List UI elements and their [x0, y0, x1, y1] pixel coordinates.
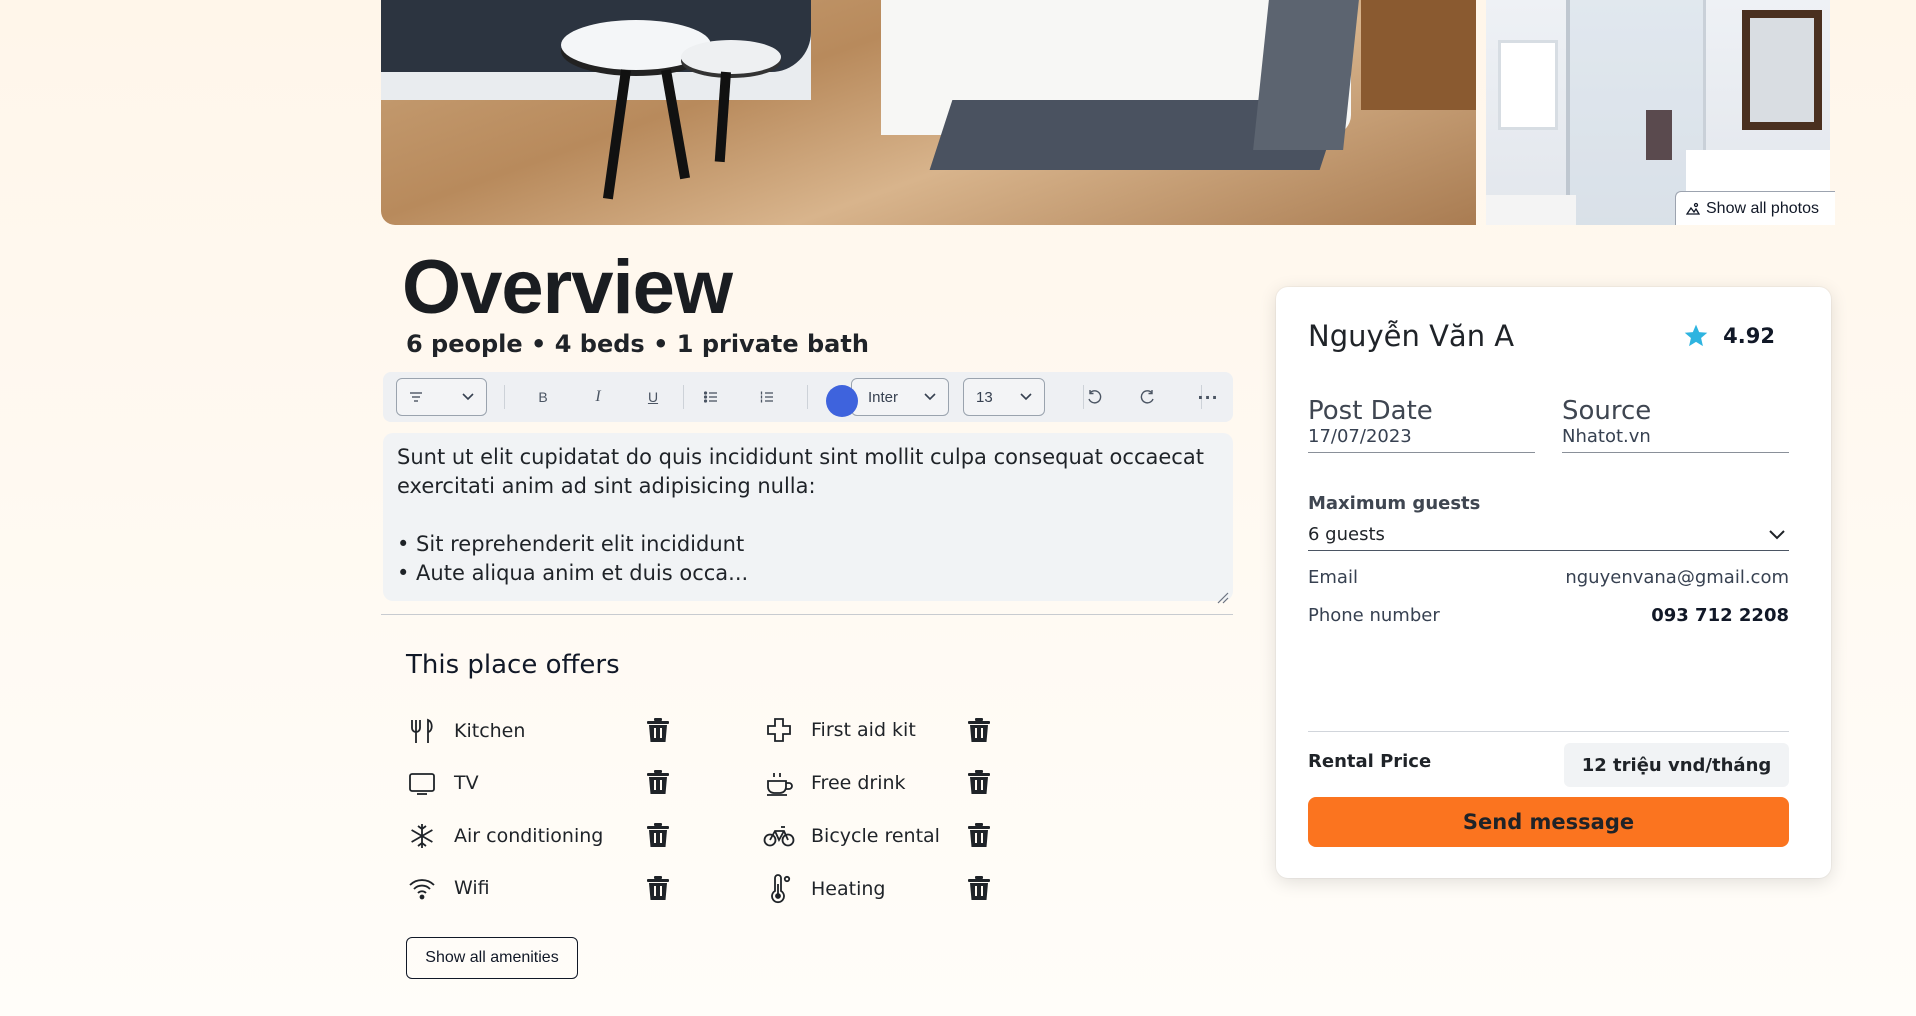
trash-icon	[967, 769, 991, 795]
undo-button[interactable]	[1082, 385, 1106, 409]
source-field: Source Nhatot.vn	[1562, 396, 1789, 453]
more-options-button[interactable]: ···	[1195, 385, 1221, 409]
editor-toolbar: B I U Inter 13 ···	[383, 372, 1233, 422]
host-card: Nguyễn Văn A 4.92 Post Date 17/07/2023 S…	[1276, 287, 1831, 878]
rental-price-label: Rental Price	[1308, 751, 1432, 772]
main-photo[interactable]	[381, 0, 1476, 225]
card-divider	[1308, 731, 1789, 732]
show-all-amenities-button[interactable]: Show all amenities	[406, 937, 578, 979]
show-all-photos-label: Show all photos	[1706, 199, 1819, 217]
numbered-list-button[interactable]	[755, 385, 779, 409]
max-guests-value: 6 guests	[1308, 524, 1385, 545]
trash-icon	[646, 822, 670, 848]
amenity-item: Bicycle rental	[763, 820, 940, 852]
resize-handle-icon[interactable]	[1215, 583, 1229, 604]
amenity-item: Wifi	[406, 872, 490, 904]
image-icon	[1686, 202, 1700, 216]
section-divider	[381, 614, 1233, 615]
delete-amenity-button[interactable]	[965, 873, 993, 903]
chevron-down-icon	[462, 393, 474, 401]
email-row: Email nguyenvana@gmail.com	[1308, 567, 1789, 588]
delete-amenity-button[interactable]	[644, 873, 672, 903]
delete-amenity-button[interactable]	[644, 820, 672, 850]
text-style-select[interactable]	[396, 378, 487, 416]
post-date-value: 17/07/2023	[1308, 426, 1535, 453]
redo-button[interactable]	[1136, 385, 1160, 409]
snowflake-icon	[406, 820, 438, 852]
font-family-select[interactable]: Inter	[851, 378, 949, 416]
trash-icon	[967, 875, 991, 901]
trash-icon	[646, 769, 670, 795]
phone-row: Phone number 093 712 2208	[1308, 605, 1789, 626]
email-value: nguyenvana@gmail.com	[1565, 567, 1789, 588]
delete-amenity-button[interactable]	[965, 820, 993, 850]
filter-icon	[409, 391, 423, 403]
trash-icon	[646, 717, 670, 743]
amenities-title: This place offers	[406, 650, 620, 680]
font-family-value: Inter	[868, 388, 899, 406]
underline-button[interactable]: U	[641, 385, 665, 409]
amenity-item: TV	[406, 767, 479, 799]
page-title: Overview	[402, 245, 733, 330]
thermometer-icon	[763, 873, 795, 905]
host-rating: 4.92	[1683, 323, 1775, 349]
description-editor[interactable]: Sunt ut elit cupidatat do quis incididun…	[383, 433, 1233, 604]
utensils-icon	[406, 715, 438, 747]
wifi-icon	[406, 872, 438, 904]
trash-icon	[646, 875, 670, 901]
font-size-value: 13	[976, 388, 993, 406]
bullet-list-button[interactable]	[699, 385, 723, 409]
delete-amenity-button[interactable]	[644, 767, 672, 797]
italic-button[interactable]: I	[586, 385, 610, 409]
amenity-item: Kitchen	[406, 715, 525, 747]
star-icon	[1683, 323, 1709, 349]
bold-button[interactable]: B	[531, 385, 555, 409]
max-guests-select[interactable]: 6 guests	[1308, 519, 1789, 551]
amenity-item: Free drink	[763, 767, 906, 799]
send-message-button[interactable]: Send message	[1308, 797, 1789, 847]
bicycle-icon	[763, 820, 795, 852]
coffee-icon	[763, 767, 795, 799]
chevron-down-icon	[1020, 393, 1032, 401]
post-date-field: Post Date 17/07/2023	[1308, 396, 1535, 453]
amenity-item: Air conditioning	[406, 820, 603, 852]
tv-icon	[406, 767, 438, 799]
delete-amenity-button[interactable]	[965, 715, 993, 745]
rental-price-badge: 12 triệu vnd/tháng	[1564, 743, 1789, 787]
source-value: Nhatot.vn	[1562, 426, 1789, 453]
font-size-select[interactable]: 13	[963, 378, 1045, 416]
rating-value: 4.92	[1723, 324, 1775, 348]
listing-summary: 6 people • 4 beds • 1 private bath	[406, 330, 869, 358]
host-name: Nguyễn Văn A	[1308, 319, 1515, 353]
first-aid-icon	[763, 714, 795, 746]
delete-amenity-button[interactable]	[644, 715, 672, 745]
show-all-photos-button[interactable]: Show all photos	[1675, 191, 1835, 225]
chevron-down-icon	[924, 393, 936, 401]
amenity-item: Heating	[763, 873, 885, 905]
text-color-picker[interactable]	[826, 385, 858, 417]
max-guests-label: Maximum guests	[1308, 493, 1481, 514]
trash-icon	[967, 717, 991, 743]
delete-amenity-button[interactable]	[965, 767, 993, 797]
phone-value: 093 712 2208	[1651, 605, 1789, 626]
chevron-down-icon	[1769, 529, 1785, 540]
description-text: Sunt ut elit cupidatat do quis incididun…	[397, 445, 1204, 585]
trash-icon	[967, 822, 991, 848]
amenity-item: First aid kit	[763, 714, 916, 746]
